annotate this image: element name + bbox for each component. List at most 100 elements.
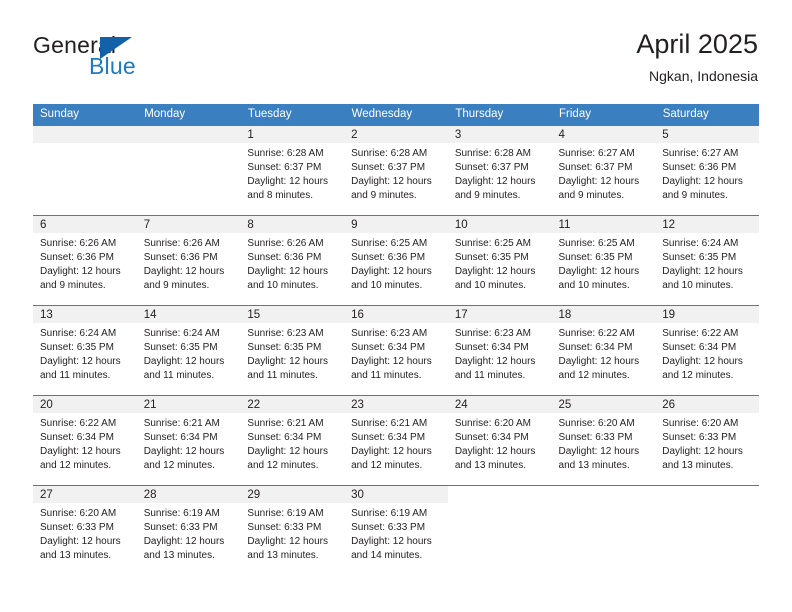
calendar-day-cell[interactable]: 23 Sunrise: 6:21 AM Sunset: 6:34 PM Dayligh… bbox=[344, 395, 448, 486]
day-detail-line: Sunset: 6:34 PM bbox=[454, 432, 529, 444]
day-detail-line: Sunset: 6:37 PM bbox=[558, 162, 633, 174]
day-detail-line: and 12 minutes. bbox=[351, 460, 423, 472]
day-detail-line: Sunset: 6:35 PM bbox=[662, 252, 737, 264]
day-number: 22 bbox=[240, 396, 345, 413]
day-number: 27 bbox=[33, 486, 137, 503]
day-detail-line: Sunrise: 6:25 AM bbox=[454, 238, 531, 249]
calendar-day-cell[interactable]: 17 Sunrise: 6:23 AM Sunset: 6:34 PM Dayligh… bbox=[447, 305, 552, 396]
day-detail-line: Sunset: 6:35 PM bbox=[454, 252, 529, 264]
calendar-day-cell[interactable]: 25 Sunrise: 6:20 AM Sunset: 6:33 PM Dayligh… bbox=[551, 395, 656, 486]
day-detail-line: and 9 minutes. bbox=[143, 280, 210, 292]
day-number: 11 bbox=[551, 216, 656, 233]
calendar-day-cell[interactable]: 2 Sunrise: 6:28 AM Sunset: 6:37 PM Daylight… bbox=[344, 126, 448, 216]
calendar-day-cell[interactable]: 20 Sunrise: 6:22 AM Sunset: 6:34 PM Dayligh… bbox=[33, 395, 137, 486]
calendar-day-cell[interactable]: 3 Sunrise: 6:28 AM Sunset: 6:37 PM Daylight… bbox=[447, 126, 552, 216]
calendar-day-cell[interactable]: 28 Sunrise: 6:19 AM Sunset: 6:33 PM Dayligh… bbox=[136, 485, 241, 575]
day-cell-inner: 16 Sunrise: 6:23 AM Sunset: 6:34 PM Dayligh… bbox=[344, 306, 448, 395]
calendar-day-cell[interactable]: 11 Sunrise: 6:25 AM Sunset: 6:35 PM Dayligh… bbox=[551, 215, 656, 306]
calendar-day-cell[interactable]: 15 Sunrise: 6:23 AM Sunset: 6:35 PM Dayligh… bbox=[240, 305, 345, 396]
calendar-day-cell[interactable]: 7 Sunrise: 6:26 AM Sunset: 6:36 PM Daylight… bbox=[136, 215, 241, 306]
day-number: 12 bbox=[655, 216, 759, 233]
calendar-day-cell[interactable]: 13 Sunrise: 6:24 AM Sunset: 6:35 PM Dayligh… bbox=[33, 305, 137, 396]
calendar-day-cell[interactable]: 27 Sunrise: 6:20 AM Sunset: 6:33 PM Dayligh… bbox=[33, 485, 137, 575]
calendar-week-row: 27 Sunrise: 6:20 AM Sunset: 6:33 PM Dayligh… bbox=[33, 485, 759, 575]
calendar-day-cell[interactable]: 5 Sunrise: 6:27 AM Sunset: 6:36 PM Daylight… bbox=[655, 126, 759, 216]
calendar-day-cell[interactable]: 30 Sunrise: 6:19 AM Sunset: 6:33 PM Dayligh… bbox=[344, 485, 448, 575]
calendar-empty-cell bbox=[655, 485, 759, 575]
day-cell-inner: 14 Sunrise: 6:24 AM Sunset: 6:35 PM Dayligh… bbox=[136, 306, 241, 395]
day-detail-line: and 10 minutes. bbox=[247, 280, 319, 292]
calendar-day-cell[interactable]: 29 Sunrise: 6:19 AM Sunset: 6:33 PM Dayligh… bbox=[240, 485, 345, 575]
day-number: 25 bbox=[551, 396, 656, 413]
day-cell-inner: 10 Sunrise: 6:25 AM Sunset: 6:35 PM Dayligh… bbox=[447, 216, 552, 305]
day-details: Sunrise: 6:20 AM Sunset: 6:34 PM Daylight:… bbox=[448, 413, 552, 473]
day-details: Sunrise: 6:19 AM Sunset: 6:33 PM Daylight:… bbox=[344, 503, 448, 563]
day-detail-line: Sunrise: 6:19 AM bbox=[247, 508, 324, 519]
day-number: 10 bbox=[447, 216, 552, 233]
day-number: 26 bbox=[655, 396, 759, 413]
calendar-day-cell[interactable]: 4 Sunrise: 6:27 AM Sunset: 6:37 PM Daylight… bbox=[551, 126, 656, 216]
calendar-day-cell[interactable]: 6 Sunrise: 6:26 AM Sunset: 6:36 PM Daylight… bbox=[33, 215, 137, 306]
day-detail-line: Sunset: 6:34 PM bbox=[143, 432, 218, 444]
day-detail-line: Sunset: 6:36 PM bbox=[662, 162, 737, 174]
brand-logo[interactable]: General Blue bbox=[33, 32, 263, 84]
calendar-day-cell[interactable]: 21 Sunrise: 6:21 AM Sunset: 6:34 PM Dayligh… bbox=[136, 395, 241, 486]
day-detail-line: and 12 minutes. bbox=[662, 370, 734, 382]
page-title: April 2025 bbox=[636, 29, 758, 59]
calendar-page: General Blue April 2025 Ngkan, Indonesia… bbox=[0, 0, 792, 612]
day-cell-inner: 4 Sunrise: 6:27 AM Sunset: 6:37 PM Daylight… bbox=[551, 126, 656, 215]
day-number: 15 bbox=[240, 306, 345, 323]
day-detail-line: Daylight: 12 hours bbox=[454, 446, 536, 458]
day-number: 29 bbox=[240, 486, 345, 503]
calendar-day-cell[interactable]: 8 Sunrise: 6:26 AM Sunset: 6:36 PM Daylight… bbox=[240, 215, 345, 306]
calendar-day-cell[interactable]: 10 Sunrise: 6:25 AM Sunset: 6:35 PM Dayligh… bbox=[447, 215, 552, 306]
day-detail-line: Daylight: 12 hours bbox=[558, 176, 640, 188]
day-detail-line: and 10 minutes. bbox=[662, 280, 734, 292]
day-detail-line: Sunrise: 6:27 AM bbox=[558, 148, 635, 159]
day-detail-line: Daylight: 12 hours bbox=[247, 266, 329, 278]
calendar-day-cell[interactable]: 1 Sunrise: 6:28 AM Sunset: 6:37 PM Daylight… bbox=[240, 126, 345, 216]
calendar-day-cell[interactable]: 24 Sunrise: 6:20 AM Sunset: 6:34 PM Dayligh… bbox=[447, 395, 552, 486]
day-cell-inner bbox=[551, 486, 656, 575]
calendar-day-cell[interactable]: 14 Sunrise: 6:24 AM Sunset: 6:35 PM Dayligh… bbox=[136, 305, 241, 396]
day-cell-inner: 18 Sunrise: 6:22 AM Sunset: 6:34 PM Dayligh… bbox=[551, 306, 656, 395]
day-detail-line: Sunrise: 6:23 AM bbox=[454, 328, 531, 339]
day-cell-inner bbox=[447, 486, 552, 575]
day-cell-inner: 19 Sunrise: 6:22 AM Sunset: 6:34 PM Dayligh… bbox=[655, 306, 759, 395]
day-detail-line: Sunrise: 6:28 AM bbox=[351, 148, 428, 159]
calendar-day-cell[interactable]: 19 Sunrise: 6:22 AM Sunset: 6:34 PM Dayligh… bbox=[655, 305, 759, 396]
day-detail-line: Daylight: 12 hours bbox=[351, 176, 432, 188]
day-cell-inner bbox=[33, 126, 137, 215]
day-detail-line: Sunset: 6:33 PM bbox=[143, 522, 218, 534]
day-detail-line: Sunset: 6:35 PM bbox=[143, 342, 218, 354]
calendar-empty-cell bbox=[551, 485, 656, 575]
day-detail-line: Sunset: 6:34 PM bbox=[351, 342, 426, 354]
day-detail-line: and 10 minutes. bbox=[351, 280, 423, 292]
calendar-day-cell[interactable]: 22 Sunrise: 6:21 AM Sunset: 6:34 PM Dayligh… bbox=[240, 395, 345, 486]
calendar-day-cell[interactable]: 16 Sunrise: 6:23 AM Sunset: 6:34 PM Dayligh… bbox=[344, 305, 448, 396]
day-detail-line: and 9 minutes. bbox=[454, 190, 521, 202]
day-detail-line: Sunset: 6:34 PM bbox=[558, 342, 633, 354]
day-detail-line: Sunrise: 6:26 AM bbox=[40, 238, 117, 249]
day-cell-inner: 13 Sunrise: 6:24 AM Sunset: 6:35 PM Dayligh… bbox=[33, 306, 137, 395]
calendar-day-cell[interactable]: 26 Sunrise: 6:20 AM Sunset: 6:33 PM Dayligh… bbox=[655, 395, 759, 486]
calendar-day-cell[interactable]: 18 Sunrise: 6:22 AM Sunset: 6:34 PM Dayligh… bbox=[551, 305, 656, 396]
day-detail-line: Daylight: 12 hours bbox=[143, 356, 225, 368]
day-number: 21 bbox=[136, 396, 241, 413]
day-detail-line: Sunrise: 6:21 AM bbox=[247, 418, 324, 429]
calendar-day-cell[interactable]: 9 Sunrise: 6:25 AM Sunset: 6:36 PM Daylight… bbox=[344, 215, 448, 306]
page-header: General Blue April 2025 Ngkan, Indonesia bbox=[0, 0, 792, 100]
day-number: 17 bbox=[447, 306, 552, 323]
day-detail-line: Sunset: 6:35 PM bbox=[40, 342, 114, 354]
day-details bbox=[552, 503, 656, 507]
calendar-day-cell[interactable]: 12 Sunrise: 6:24 AM Sunset: 6:35 PM Dayligh… bbox=[655, 215, 759, 306]
weekday-header-thursday: Thursday bbox=[447, 104, 553, 126]
day-detail-line: and 12 minutes. bbox=[247, 460, 319, 472]
day-number: 24 bbox=[447, 396, 552, 413]
day-detail-line: Sunset: 6:34 PM bbox=[351, 432, 426, 444]
day-number: 16 bbox=[344, 306, 448, 323]
day-number: 6 bbox=[33, 216, 137, 233]
day-detail-line: and 8 minutes. bbox=[247, 190, 314, 202]
day-number: 3 bbox=[447, 126, 552, 143]
day-detail-line: and 12 minutes. bbox=[143, 460, 215, 472]
